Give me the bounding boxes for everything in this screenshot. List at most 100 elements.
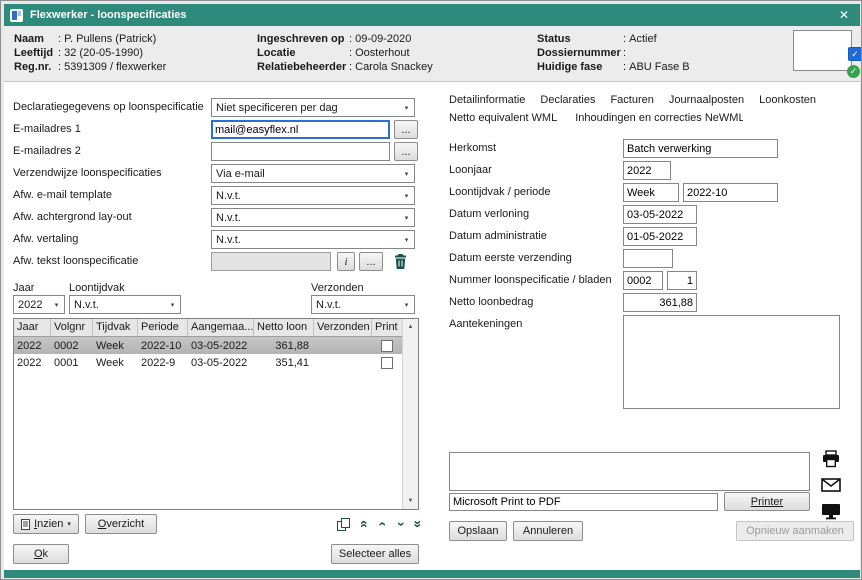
achtergrond-layout-select[interactable]: N.v.t.▾ <box>211 208 415 227</box>
ingeschreven-value: 09-09-2020 <box>355 32 411 46</box>
tab-declaraties[interactable]: Declaraties <box>540 94 595 106</box>
monitor-icon[interactable] <box>818 500 844 522</box>
scroll-down-icon[interactable]: ▼ <box>403 493 418 509</box>
datum-administratie-label: Datum administratie <box>449 230 621 242</box>
col-jaar: Jaar <box>14 319 51 336</box>
aantekeningen-textarea[interactable] <box>623 315 840 409</box>
herkomst-input[interactable] <box>623 139 778 158</box>
tab-journaalposten[interactable]: Journaalposten <box>669 94 744 106</box>
header-checkbox[interactable]: ✓ <box>848 47 862 61</box>
verzonden-filter-select[interactable]: N.v.t.▾ <box>311 295 415 314</box>
copy-pages-icon[interactable] <box>333 514 353 534</box>
datum-eerste-verzending-input[interactable] <box>623 249 673 268</box>
email-icon[interactable] <box>818 474 844 496</box>
relatiebeheerder-value: Carola Snackey <box>355 60 433 74</box>
declaratiegegevens-label: Declaratiegegevens op loonspecificatie <box>13 101 209 113</box>
table-scrollbar[interactable]: ▲ ▼ <box>402 319 418 509</box>
move-down-icon[interactable]: ‹ <box>392 514 406 534</box>
tab-detailinformatie[interactable]: Detailinformatie <box>449 94 525 106</box>
col-print: Print <box>372 319 402 336</box>
col-periode: Periode <box>138 319 188 336</box>
relatiebeheerder-label: Relatiebeheerder <box>257 60 349 74</box>
emailadres1-more-button[interactable]: ... <box>394 120 418 139</box>
nummer-loonspecificatie-input[interactable] <box>623 271 663 290</box>
header-col3: Status: Actief Dossiernummer: Huidige fa… <box>537 32 690 74</box>
move-top-icon[interactable]: « <box>357 514 373 534</box>
periode-input[interactable] <box>683 183 778 202</box>
scroll-up-icon[interactable]: ▲ <box>403 319 418 335</box>
regnr-value: 5391309 / flexwerker <box>64 60 166 74</box>
email-template-select[interactable]: N.v.t.▾ <box>211 186 415 205</box>
verzendwijze-label: Verzendwijze loonspecificaties <box>13 167 209 179</box>
detail-tabs: Detailinformatie Declaraties Facturen Jo… <box>449 94 816 106</box>
dossiernummer-label: Dossiernummer <box>537 46 623 60</box>
chevron-down-icon: ▾ <box>399 236 414 244</box>
ok-button[interactable]: Ok <box>13 544 69 564</box>
datum-verloning-label: Datum verloning <box>449 208 621 220</box>
selecteer-alles-button[interactable]: Selecteer alles <box>331 544 419 564</box>
print-checkbox[interactable] <box>381 340 393 352</box>
vertaling-select[interactable]: N.v.t.▾ <box>211 230 415 249</box>
table-row[interactable]: 2022 0001 Week 2022-9 03-05-2022 351,41 <box>14 354 418 371</box>
nummer-loonspecificatie-label: Nummer loonspecificatie / bladen <box>449 274 621 286</box>
col-tijdvak: Tijdvak <box>93 319 138 336</box>
photo-placeholder <box>793 30 852 71</box>
netto-loonbedrag-label: Netto loonbedrag <box>449 296 621 308</box>
subtab-netto-equivalent-wml[interactable]: Netto equivalent WML <box>449 112 557 124</box>
close-icon[interactable]: ✕ <box>834 4 854 26</box>
chevron-down-icon: ▾ <box>67 520 71 528</box>
header-col1: Naam: P. Pullens (Patrick) Leeftijd: 32 … <box>14 32 166 74</box>
emailadres2-label: E-mailadres 2 <box>13 145 209 157</box>
tab-loonkosten[interactable]: Loonkosten <box>759 94 816 106</box>
print-checkbox[interactable] <box>381 357 393 369</box>
ingeschreven-label: Ingeschreven op <box>257 32 349 46</box>
loontijdvak-filter-select[interactable]: N.v.t.▾ <box>69 295 181 314</box>
printer-button[interactable]: Printer <box>724 492 810 511</box>
opnieuw-aanmaken-button: Opnieuw aanmaken <box>736 521 854 541</box>
loontijdvak-input[interactable] <box>623 183 679 202</box>
loonspecificaties-table: Jaar Volgnr Tijdvak Periode Aangemaa... … <box>13 318 419 510</box>
locatie-value: Oosterhout <box>355 46 409 60</box>
emailadres2-more-button[interactable]: ... <box>394 142 418 161</box>
declaratiegegevens-select[interactable]: Niet specificeren per dag▾ <box>211 98 415 117</box>
opslaan-button[interactable]: Opslaan <box>449 521 507 541</box>
email-template-label: Afw. e-mail template <box>13 189 209 201</box>
tab-facturen[interactable]: Facturen <box>610 94 653 106</box>
app-icon <box>10 9 23 22</box>
emailadres1-input[interactable] <box>211 120 390 139</box>
annuleren-button[interactable]: Annuleren <box>513 521 583 541</box>
jaar-filter-label: Jaar <box>13 282 34 294</box>
datum-eerste-verzending-label: Datum eerste verzending <box>449 252 621 264</box>
jaar-filter-select[interactable]: 2022▾ <box>13 295 65 314</box>
move-up-icon[interactable]: ‹ <box>376 514 390 534</box>
table-row[interactable]: 2022 0002 Week 2022-10 03-05-2022 361,88 <box>14 337 418 354</box>
datum-verloning-input[interactable] <box>623 205 697 224</box>
overzicht-button[interactable]: Overzicht <box>85 514 157 534</box>
chevron-down-icon: ▾ <box>399 301 414 309</box>
datum-administratie-input[interactable] <box>623 227 697 246</box>
print-icon[interactable] <box>818 448 844 470</box>
inzien-button[interactable]: Inzien ▾ <box>13 514 79 534</box>
move-bottom-icon[interactable]: « <box>408 514 424 534</box>
col-aangemaakt: Aangemaa... <box>188 319 254 336</box>
regnr-label: Reg.nr. <box>14 60 58 74</box>
bladen-input[interactable] <box>667 271 697 290</box>
emailadres1-label: E-mailadres 1 <box>13 123 209 135</box>
achtergrond-layout-label: Afw. achtergrond lay-out <box>13 211 209 223</box>
trash-icon[interactable] <box>389 252 411 271</box>
tekst-loonspecificatie-input <box>211 252 331 271</box>
subtab-inhoudingen-correcties[interactable]: Inhoudingen en correcties NeWML <box>575 112 743 124</box>
loonjaar-input[interactable] <box>623 161 671 180</box>
table-header: Jaar Volgnr Tijdvak Periode Aangemaa... … <box>14 319 418 337</box>
netto-loonbedrag-input[interactable] <box>623 293 697 312</box>
status-ok-icon: ✓ <box>847 65 860 78</box>
emailadres2-input[interactable] <box>211 142 390 161</box>
herkomst-label: Herkomst <box>449 142 621 154</box>
person-header: Naam: P. Pullens (Patrick) Leeftijd: 32 … <box>4 26 860 82</box>
chevron-down-icon: ▾ <box>165 301 180 309</box>
tekst-more-button[interactable]: ... <box>359 252 383 271</box>
printer-name-input[interactable] <box>449 493 718 511</box>
print-comment-textarea[interactable] <box>449 452 810 491</box>
info-button[interactable]: i <box>337 252 355 271</box>
verzendwijze-select[interactable]: Via e-mail▾ <box>211 164 415 183</box>
